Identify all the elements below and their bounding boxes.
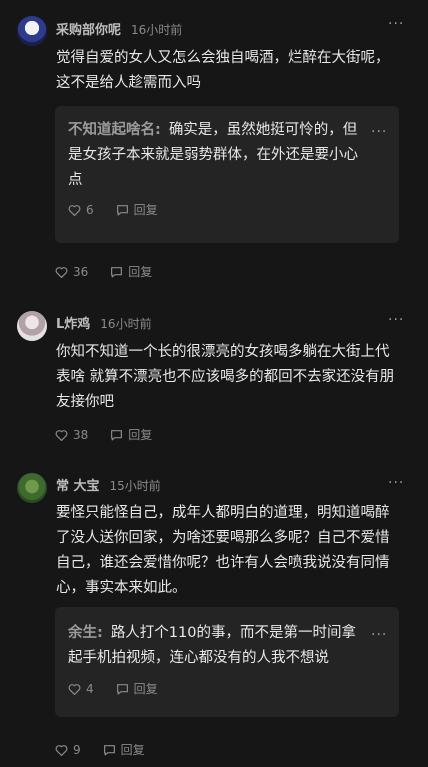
more-icon[interactable]: ··· bbox=[388, 475, 404, 491]
comment-text: 觉得自爱的女人又怎么会独自喝酒，烂醉在大街呢，这不是给人趁需而入吗 bbox=[56, 50, 390, 91]
comment-username-row: 采购部你呢 16小时前 bbox=[56, 19, 182, 38]
comment-text: 要怪只能怪自己，成年人都明白的道理，明知道喝醉了没人送你回家，为啥还要喝那么多呢… bbox=[56, 505, 390, 596]
more-icon[interactable]: ··· bbox=[371, 124, 387, 140]
reply-label: 回复 bbox=[120, 743, 145, 757]
reply-label: 回复 bbox=[128, 265, 153, 279]
more-icon[interactable]: ··· bbox=[388, 312, 404, 328]
comment-icon bbox=[111, 266, 123, 277]
like-count: 38 bbox=[73, 427, 89, 442]
heart-icon bbox=[68, 204, 81, 216]
reply-label: 回复 bbox=[133, 682, 158, 696]
heart-icon bbox=[55, 429, 68, 441]
avatar[interactable] bbox=[17, 16, 47, 46]
comment-actions: 36 回复 bbox=[55, 263, 174, 280]
comment-actions: 9 回复 bbox=[55, 741, 167, 758]
comment-time: 16小时前 bbox=[131, 23, 183, 37]
comment-username[interactable]: L炸鸡 bbox=[56, 317, 90, 332]
reply-content: 不知道起啥名: 确实是，虽然她挺可怜的，但是女孩子本来就是弱势群体，在外还是要小心… bbox=[68, 118, 368, 193]
reply-actions: 4 回复 bbox=[68, 680, 180, 697]
comment-icon bbox=[116, 683, 128, 694]
reply-button[interactable]: 回复 bbox=[116, 680, 158, 697]
reply-actions: 6 回复 bbox=[68, 201, 180, 218]
avatar[interactable] bbox=[17, 311, 47, 341]
comment-text: 你知不知道一个长的很漂亮的女孩喝多躺在大街上代表啥 就算不漂亮也不应该喝多的都回… bbox=[56, 344, 395, 410]
comment-username[interactable]: 采购部你呢 bbox=[56, 23, 121, 38]
like-button[interactable]: 6 bbox=[68, 203, 94, 217]
heart-icon bbox=[68, 683, 81, 695]
reply-label: 回复 bbox=[133, 203, 158, 217]
reply-button[interactable]: 回复 bbox=[110, 426, 152, 443]
like-count: 9 bbox=[73, 742, 81, 757]
like-count: 4 bbox=[86, 681, 94, 696]
avatar[interactable] bbox=[17, 473, 47, 503]
comment-username-row: L炸鸡 16小时前 bbox=[56, 313, 152, 332]
more-icon[interactable]: ··· bbox=[371, 627, 387, 643]
comment-icon bbox=[116, 204, 128, 215]
reply-label: 回复 bbox=[128, 428, 153, 442]
like-button[interactable]: 36 bbox=[55, 265, 88, 279]
like-button[interactable]: 38 bbox=[55, 428, 88, 442]
reply-button[interactable]: 回复 bbox=[116, 201, 158, 218]
reply-username[interactable]: 余生: bbox=[68, 625, 103, 641]
comment-username[interactable]: 常 大宝 bbox=[56, 479, 100, 494]
heart-icon bbox=[55, 266, 68, 278]
comment-time: 15小时前 bbox=[109, 479, 161, 493]
like-count: 6 bbox=[86, 202, 94, 217]
comment-username-row: 常 大宝 15小时前 bbox=[56, 475, 161, 494]
comment-icon bbox=[103, 744, 115, 755]
reply-button[interactable]: 回复 bbox=[110, 263, 152, 280]
reply-card[interactable]: 余生: 路人打个110的事，而不是第一时间拿起手机拍视频，连心都没有的人我不想说 … bbox=[55, 607, 399, 717]
reply-card[interactable]: 不知道起啥名: 确实是，虽然她挺可怜的，但是女孩子本来就是弱势群体，在外还是要小心… bbox=[55, 106, 399, 243]
reply-button[interactable]: 回复 bbox=[103, 741, 145, 758]
reply-content: 余生: 路人打个110的事，而不是第一时间拿起手机拍视频，连心都没有的人我不想说 bbox=[68, 621, 368, 671]
comment-time: 16小时前 bbox=[100, 317, 152, 331]
comment-actions: 38 回复 bbox=[55, 426, 174, 443]
more-icon[interactable]: ··· bbox=[388, 16, 404, 32]
like-button[interactable]: 4 bbox=[68, 682, 94, 696]
reply-username[interactable]: 不知道起啥名: bbox=[68, 122, 161, 138]
heart-icon bbox=[55, 744, 68, 756]
like-count: 36 bbox=[73, 264, 89, 279]
like-button[interactable]: 9 bbox=[55, 743, 81, 757]
comment-icon bbox=[111, 429, 123, 440]
reply-text: 路人打个110的事，而不是第一时间拿起手机拍视频，连心都没有的人我不想说 bbox=[68, 625, 356, 666]
